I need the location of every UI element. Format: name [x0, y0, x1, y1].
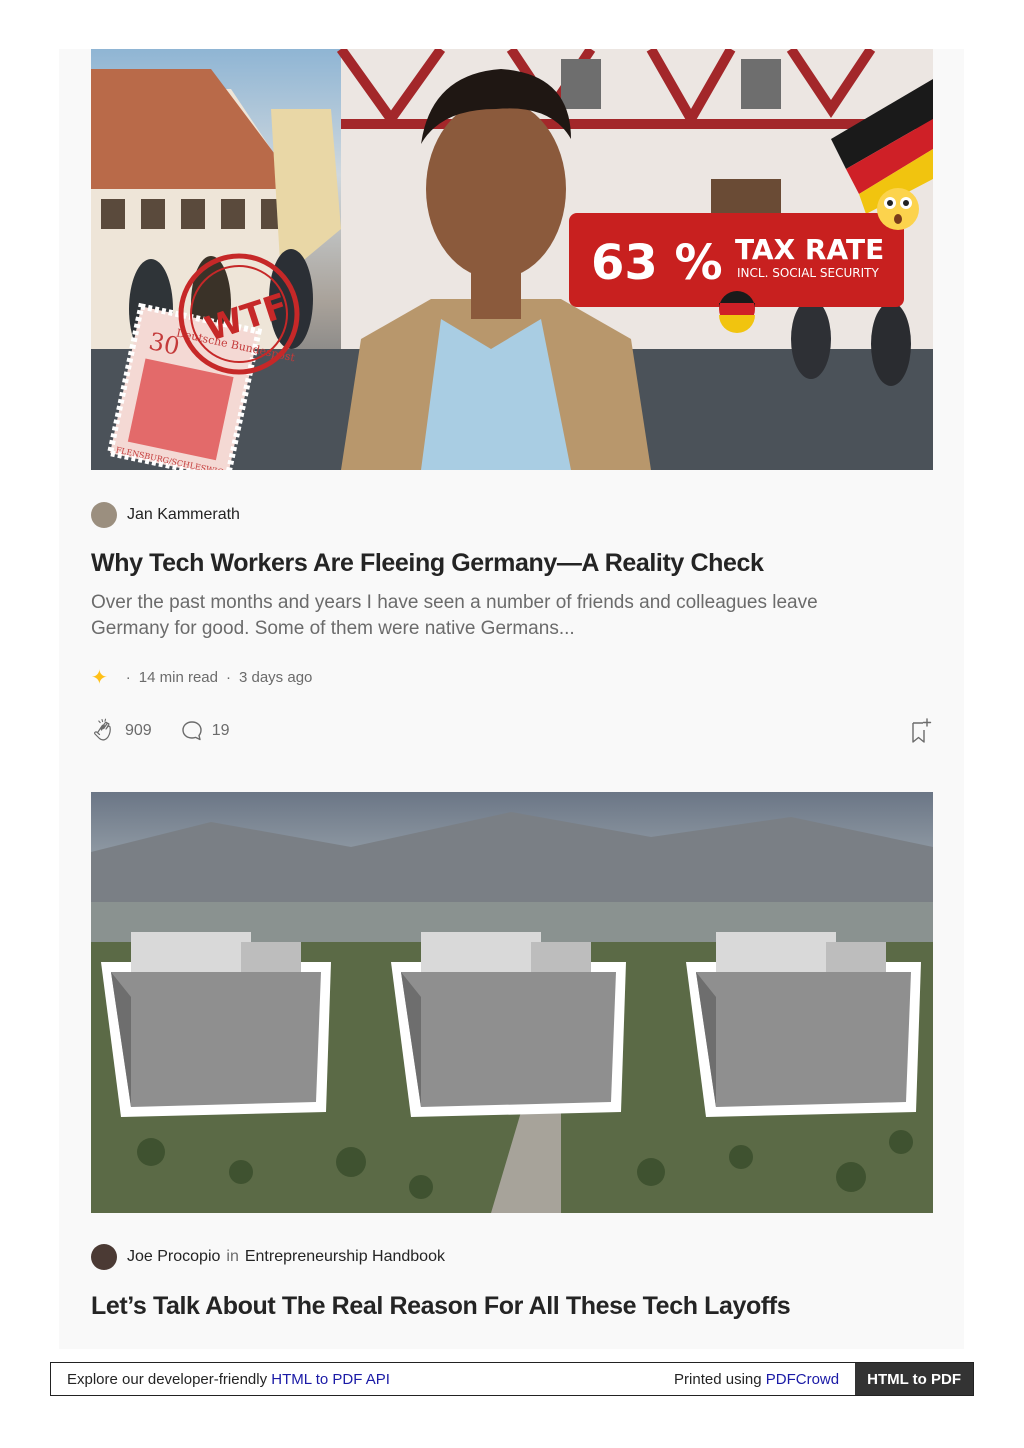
responses-button[interactable]: 19: [180, 719, 230, 743]
bookmark-add-icon: [912, 718, 932, 743]
author-name[interactable]: Jan Kammerath: [127, 506, 240, 524]
clap-button[interactable]: 909: [91, 718, 152, 744]
thumbnail-illustration: [91, 812, 933, 1213]
footer-printed: Printed using PDFCrowd: [674, 1371, 855, 1388]
article-1-actions: 909 19: [91, 717, 933, 745]
pdfcrowd-link[interactable]: PDFCrowd: [766, 1371, 839, 1388]
article-1-title[interactable]: Why Tech Workers Are Fleeing Germany—A R…: [91, 549, 933, 578]
publication-name[interactable]: Entrepreneurship Handbook: [245, 1248, 445, 1266]
pdf-footer-bar: Explore our developer-friendly HTML to P…: [50, 1362, 974, 1396]
footer-promo: Explore our developer-friendly HTML to P…: [51, 1371, 674, 1388]
response-count: 19: [211, 722, 230, 739]
author-avatar[interactable]: [91, 1244, 117, 1270]
clap-count: 909: [125, 722, 152, 739]
in-separator: in: [226, 1248, 239, 1265]
member-only-star-icon: ✦: [91, 666, 108, 689]
html-to-pdf-api-link[interactable]: HTML to PDF API: [271, 1371, 390, 1388]
article-feed: 30 Deutsche Bundespost FLENSBURG/SCHLESW…: [59, 49, 964, 1349]
author-name[interactable]: Joe Procopio: [127, 1248, 220, 1266]
clap-icon: [93, 718, 111, 741]
save-bookmark-button[interactable]: [907, 717, 933, 749]
article-1-thumbnail[interactable]: 30 Deutsche Bundespost FLENSBURG/SCHLESW…: [91, 49, 933, 470]
meta-separator: ·: [125, 668, 131, 686]
article-2-title[interactable]: Let’s Talk About The Real Reason For All…: [91, 1292, 933, 1321]
tax-badge-percent: 63 %: [591, 235, 723, 291]
meta-separator: ·: [225, 668, 231, 686]
post-date: 3 days ago: [238, 668, 313, 686]
article-1-subtitle[interactable]: Over the past months and years I have se…: [91, 590, 891, 642]
tax-badge-subtitle: INCL. SOCIAL SECURITY: [737, 266, 879, 280]
article-1-meta: ✦ · 14 min read · 3 days ago: [91, 666, 313, 689]
read-time: 14 min read: [138, 668, 218, 686]
author-avatar[interactable]: [91, 502, 117, 528]
printed-prefix: Printed using: [674, 1370, 766, 1388]
article-2-author-row: Joe Procopio in Entrepreneurship Handboo…: [91, 1244, 445, 1270]
tax-badge-title: TAX RATE: [735, 233, 884, 266]
thumbnail-illustration: 30 Deutsche Bundespost FLENSBURG/SCHLESW…: [91, 49, 933, 470]
html-to-pdf-button[interactable]: HTML to PDF: [855, 1363, 973, 1395]
article-2-thumbnail[interactable]: [91, 792, 933, 1213]
footer-prefix: Explore our developer-friendly: [67, 1370, 272, 1388]
comment-icon: [182, 721, 202, 741]
article-1-author-row: Jan Kammerath: [91, 502, 240, 528]
